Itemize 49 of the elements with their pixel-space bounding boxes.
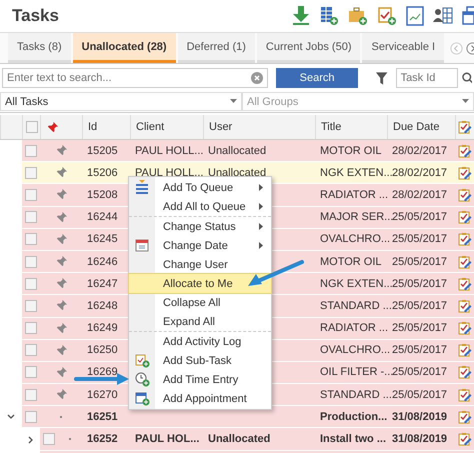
id-cell: 15205: [87, 144, 118, 157]
id-cell: 16250: [87, 344, 118, 356]
title-cell: MAJOR SER...: [320, 211, 394, 224]
title-cell: OIL FILTER -...: [320, 366, 394, 378]
id-cell: 16270: [87, 388, 118, 401]
id-cell: 16244: [87, 211, 118, 224]
title-cell: OVALCHRO...: [320, 344, 390, 356]
title-cell: STANDARD ...: [320, 300, 392, 312]
title-cell: MOTOR OIL: [320, 256, 382, 268]
due-date-cell: 31/08/2019: [392, 410, 448, 423]
due-date-cell: 28/02/2017: [392, 144, 448, 157]
due-date-cell: 25/05/2017: [392, 211, 448, 224]
client-cell: PAUL HOL...: [135, 433, 200, 446]
page-title: Tasks: [12, 6, 60, 26]
id-cell: 16247: [87, 278, 118, 290]
id-cell: 16269: [87, 366, 118, 378]
due-date-cell: 25/05/2017: [392, 278, 448, 290]
title-cell: RADIATOR ...: [320, 322, 388, 334]
id-cell: 16248: [87, 300, 118, 312]
title-cell: Install two ...: [320, 433, 386, 446]
id-cell: 15206: [87, 166, 118, 179]
title-cell: Production...: [320, 410, 388, 423]
client-cell: PAUL HOLL...: [135, 144, 204, 157]
title-cell: STANDARD ...: [320, 388, 392, 401]
title-cell: OVALCHRO...: [320, 233, 390, 246]
title-cell: MOTOR OIL: [320, 144, 382, 157]
title-cell: NGK EXTEN...: [320, 166, 393, 179]
due-date-cell: 25/05/2017: [392, 366, 448, 378]
title-cell: RADIATOR ...: [320, 188, 388, 201]
due-date-cell: 25/05/2017: [392, 388, 448, 401]
user-cell: Unallocated: [208, 433, 270, 446]
due-date-cell: 25/05/2017: [392, 322, 448, 334]
id-cell: 16249: [87, 322, 118, 334]
due-date-cell: 31/08/2019: [392, 433, 448, 446]
due-date-cell: 25/05/2017: [392, 300, 448, 312]
id-cell: 16245: [87, 233, 118, 246]
user-cell: Unallocated: [208, 166, 266, 179]
due-date-cell: 28/02/2017: [392, 188, 448, 201]
client-cell: PAUL HOLL...: [135, 166, 204, 179]
due-date-cell: 25/05/2017: [392, 344, 448, 356]
id-cell: 16246: [87, 256, 118, 268]
due-date-cell: 25/05/2017: [392, 256, 448, 268]
title-cell: NGK EXTEN...: [320, 278, 393, 290]
id-cell: 15208: [87, 188, 118, 201]
user-cell: Unallocated: [208, 144, 266, 157]
id-cell: 16251: [87, 410, 118, 423]
due-date-cell: 25/05/2017: [392, 233, 448, 246]
id-cell: 16252: [87, 433, 118, 446]
due-date-cell: 28/02/2017: [392, 166, 448, 179]
